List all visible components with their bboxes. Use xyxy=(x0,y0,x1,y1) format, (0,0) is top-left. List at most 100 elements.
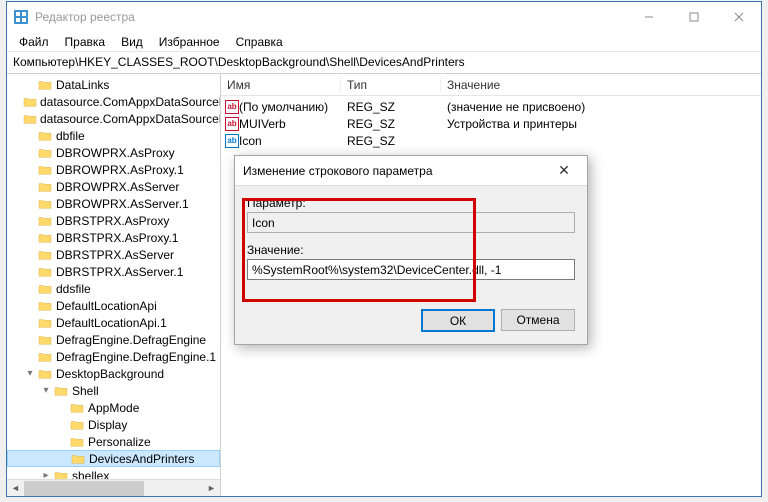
tree-item[interactable]: Personalize xyxy=(7,433,220,450)
col-type[interactable]: Тип xyxy=(341,78,441,92)
ok-button[interactable]: ОК xyxy=(421,309,495,332)
menubar: Файл Правка Вид Избранное Справка xyxy=(7,32,761,52)
tree-item-label: DBRSTPRX.AsProxy.1 xyxy=(56,231,178,245)
folder-icon xyxy=(69,435,85,449)
dialog-close-button[interactable]: ✕ xyxy=(549,162,579,179)
tree-item[interactable]: datasource.ComAppxDataSourceP xyxy=(7,110,220,127)
folder-icon xyxy=(37,146,53,160)
tree-item-label: DefaultLocationApi.1 xyxy=(56,316,167,330)
reg-binary-icon: ab xyxy=(221,134,239,148)
minimize-button[interactable] xyxy=(626,2,671,32)
tree-item-label: DataLinks xyxy=(56,78,109,92)
folder-icon xyxy=(37,231,53,245)
expand-open-icon[interactable]: ▾ xyxy=(23,368,37,379)
titlebar: Редактор реестра xyxy=(7,2,761,32)
tree-item-label: DefragEngine.DefragEngine.1 xyxy=(56,350,216,364)
value-input[interactable] xyxy=(247,259,575,280)
folder-icon xyxy=(37,163,53,177)
folder-icon xyxy=(37,333,53,347)
folder-icon xyxy=(37,214,53,228)
tree-item-label: DesktopBackground xyxy=(56,367,164,381)
tree-item-label: Personalize xyxy=(88,435,151,449)
tree-item[interactable]: DefragEngine.DefragEngine.1 xyxy=(7,348,220,365)
folder-icon xyxy=(37,248,53,262)
param-label: Параметр: xyxy=(247,196,575,210)
close-button[interactable] xyxy=(716,2,761,32)
value-row[interactable]: abMUIVerbREG_SZУстройства и принтеры xyxy=(221,115,761,132)
menu-file[interactable]: Файл xyxy=(11,33,57,51)
folder-icon xyxy=(53,384,69,398)
folder-icon xyxy=(69,401,85,415)
tree-item-label: datasource.ComAppxDataSourceP xyxy=(40,95,221,109)
value-data: (значение не присвоено) xyxy=(441,100,761,114)
tree-item-label: DBRSTPRX.AsProxy xyxy=(56,214,169,228)
tree-item[interactable]: DBROWPRX.AsProxy xyxy=(7,144,220,161)
folder-icon xyxy=(37,129,53,143)
scroll-thumb[interactable] xyxy=(24,481,144,496)
folder-icon xyxy=(37,180,53,194)
tree-item-label: DBROWPRX.AsProxy.1 xyxy=(56,163,184,177)
tree-item[interactable]: ▾ DesktopBackground xyxy=(7,365,220,382)
tree-item[interactable]: DBRSTPRX.AsProxy.1 xyxy=(7,229,220,246)
tree-item-label: dbfile xyxy=(56,129,85,143)
tree-item-label: DefragEngine.DefragEngine xyxy=(56,333,206,347)
folder-icon xyxy=(37,265,53,279)
value-name: (По умолчанию) xyxy=(239,100,341,114)
tree-item-label: AppMode xyxy=(88,401,139,415)
tree-item-label: DBRSTPRX.AsServer xyxy=(56,248,174,262)
tree-item[interactable]: ddsfile xyxy=(7,280,220,297)
col-name[interactable]: Имя xyxy=(221,78,341,92)
tree-item[interactable]: DefaultLocationApi xyxy=(7,297,220,314)
reg-string-icon: ab xyxy=(221,117,239,131)
tree-item[interactable]: DefaultLocationApi.1 xyxy=(7,314,220,331)
tree-item-label: DBROWPRX.AsServer.1 xyxy=(56,197,189,211)
menu-edit[interactable]: Правка xyxy=(57,33,114,51)
folder-icon xyxy=(37,299,53,313)
tree-item[interactable]: ▾Shell xyxy=(7,382,220,399)
window-title: Редактор реестра xyxy=(35,10,626,24)
tree-item[interactable]: DBRSTPRX.AsServer xyxy=(7,246,220,263)
tree-item[interactable]: AppMode xyxy=(7,399,220,416)
folder-icon xyxy=(37,316,53,330)
tree-pane[interactable]: DataLinks datasource.ComAppxDataSourceP da… xyxy=(7,74,221,496)
cancel-button[interactable]: Отмена xyxy=(501,309,575,331)
reg-string-icon: ab xyxy=(221,100,239,114)
scroll-right-icon[interactable]: ► xyxy=(203,480,220,497)
tree-item[interactable]: dbfile xyxy=(7,127,220,144)
tree-item[interactable]: DefragEngine.DefragEngine xyxy=(7,331,220,348)
tree-item[interactable]: DBROWPRX.AsServer xyxy=(7,178,220,195)
dialog-titlebar: Изменение строкового параметра ✕ xyxy=(235,156,587,186)
tree-item[interactable]: Display xyxy=(7,416,220,433)
folder-icon xyxy=(37,282,53,296)
folder-icon xyxy=(37,350,53,364)
folder-icon xyxy=(37,197,53,211)
maximize-button[interactable] xyxy=(671,2,716,32)
tree-item[interactable]: DBROWPRX.AsProxy.1 xyxy=(7,161,220,178)
tree-item[interactable]: datasource.ComAppxDataSourceP xyxy=(7,93,220,110)
scroll-left-icon[interactable]: ◄ xyxy=(7,480,24,497)
expand-open-icon[interactable]: ▾ xyxy=(39,385,53,396)
tree-item[interactable]: DataLinks xyxy=(7,76,220,93)
tree-item[interactable]: DevicesAndPrinters xyxy=(7,450,220,467)
dialog-title: Изменение строкового параметра xyxy=(243,164,549,178)
tree-item[interactable]: DBRSTPRX.AsServer.1 xyxy=(7,263,220,280)
value-data: Устройства и принтеры xyxy=(441,117,761,131)
tree-item[interactable]: DBROWPRX.AsServer.1 xyxy=(7,195,220,212)
menu-view[interactable]: Вид xyxy=(113,33,151,51)
folder-icon xyxy=(70,452,86,466)
folder-icon xyxy=(23,95,37,109)
column-headers: Имя Тип Значение xyxy=(221,74,761,96)
tree-item-label: ddsfile xyxy=(56,282,91,296)
menu-help[interactable]: Справка xyxy=(228,33,291,51)
value-row[interactable]: ab(По умолчанию)REG_SZ(значение не присв… xyxy=(221,98,761,115)
value-row[interactable]: abIconREG_SZ xyxy=(221,132,761,149)
col-value[interactable]: Значение xyxy=(441,78,761,92)
tree-item-label: DefaultLocationApi xyxy=(56,299,157,313)
tree-horizontal-scrollbar[interactable]: ◄ ► xyxy=(7,479,220,496)
folder-icon xyxy=(23,112,37,126)
tree-item[interactable]: DBRSTPRX.AsProxy xyxy=(7,212,220,229)
folder-icon xyxy=(37,367,53,381)
menu-favorites[interactable]: Избранное xyxy=(151,33,228,51)
tree-item-label: datasource.ComAppxDataSourceP xyxy=(40,112,221,126)
address-bar[interactable]: Компьютер\HKEY_CLASSES_ROOT\DesktopBackg… xyxy=(7,52,761,74)
